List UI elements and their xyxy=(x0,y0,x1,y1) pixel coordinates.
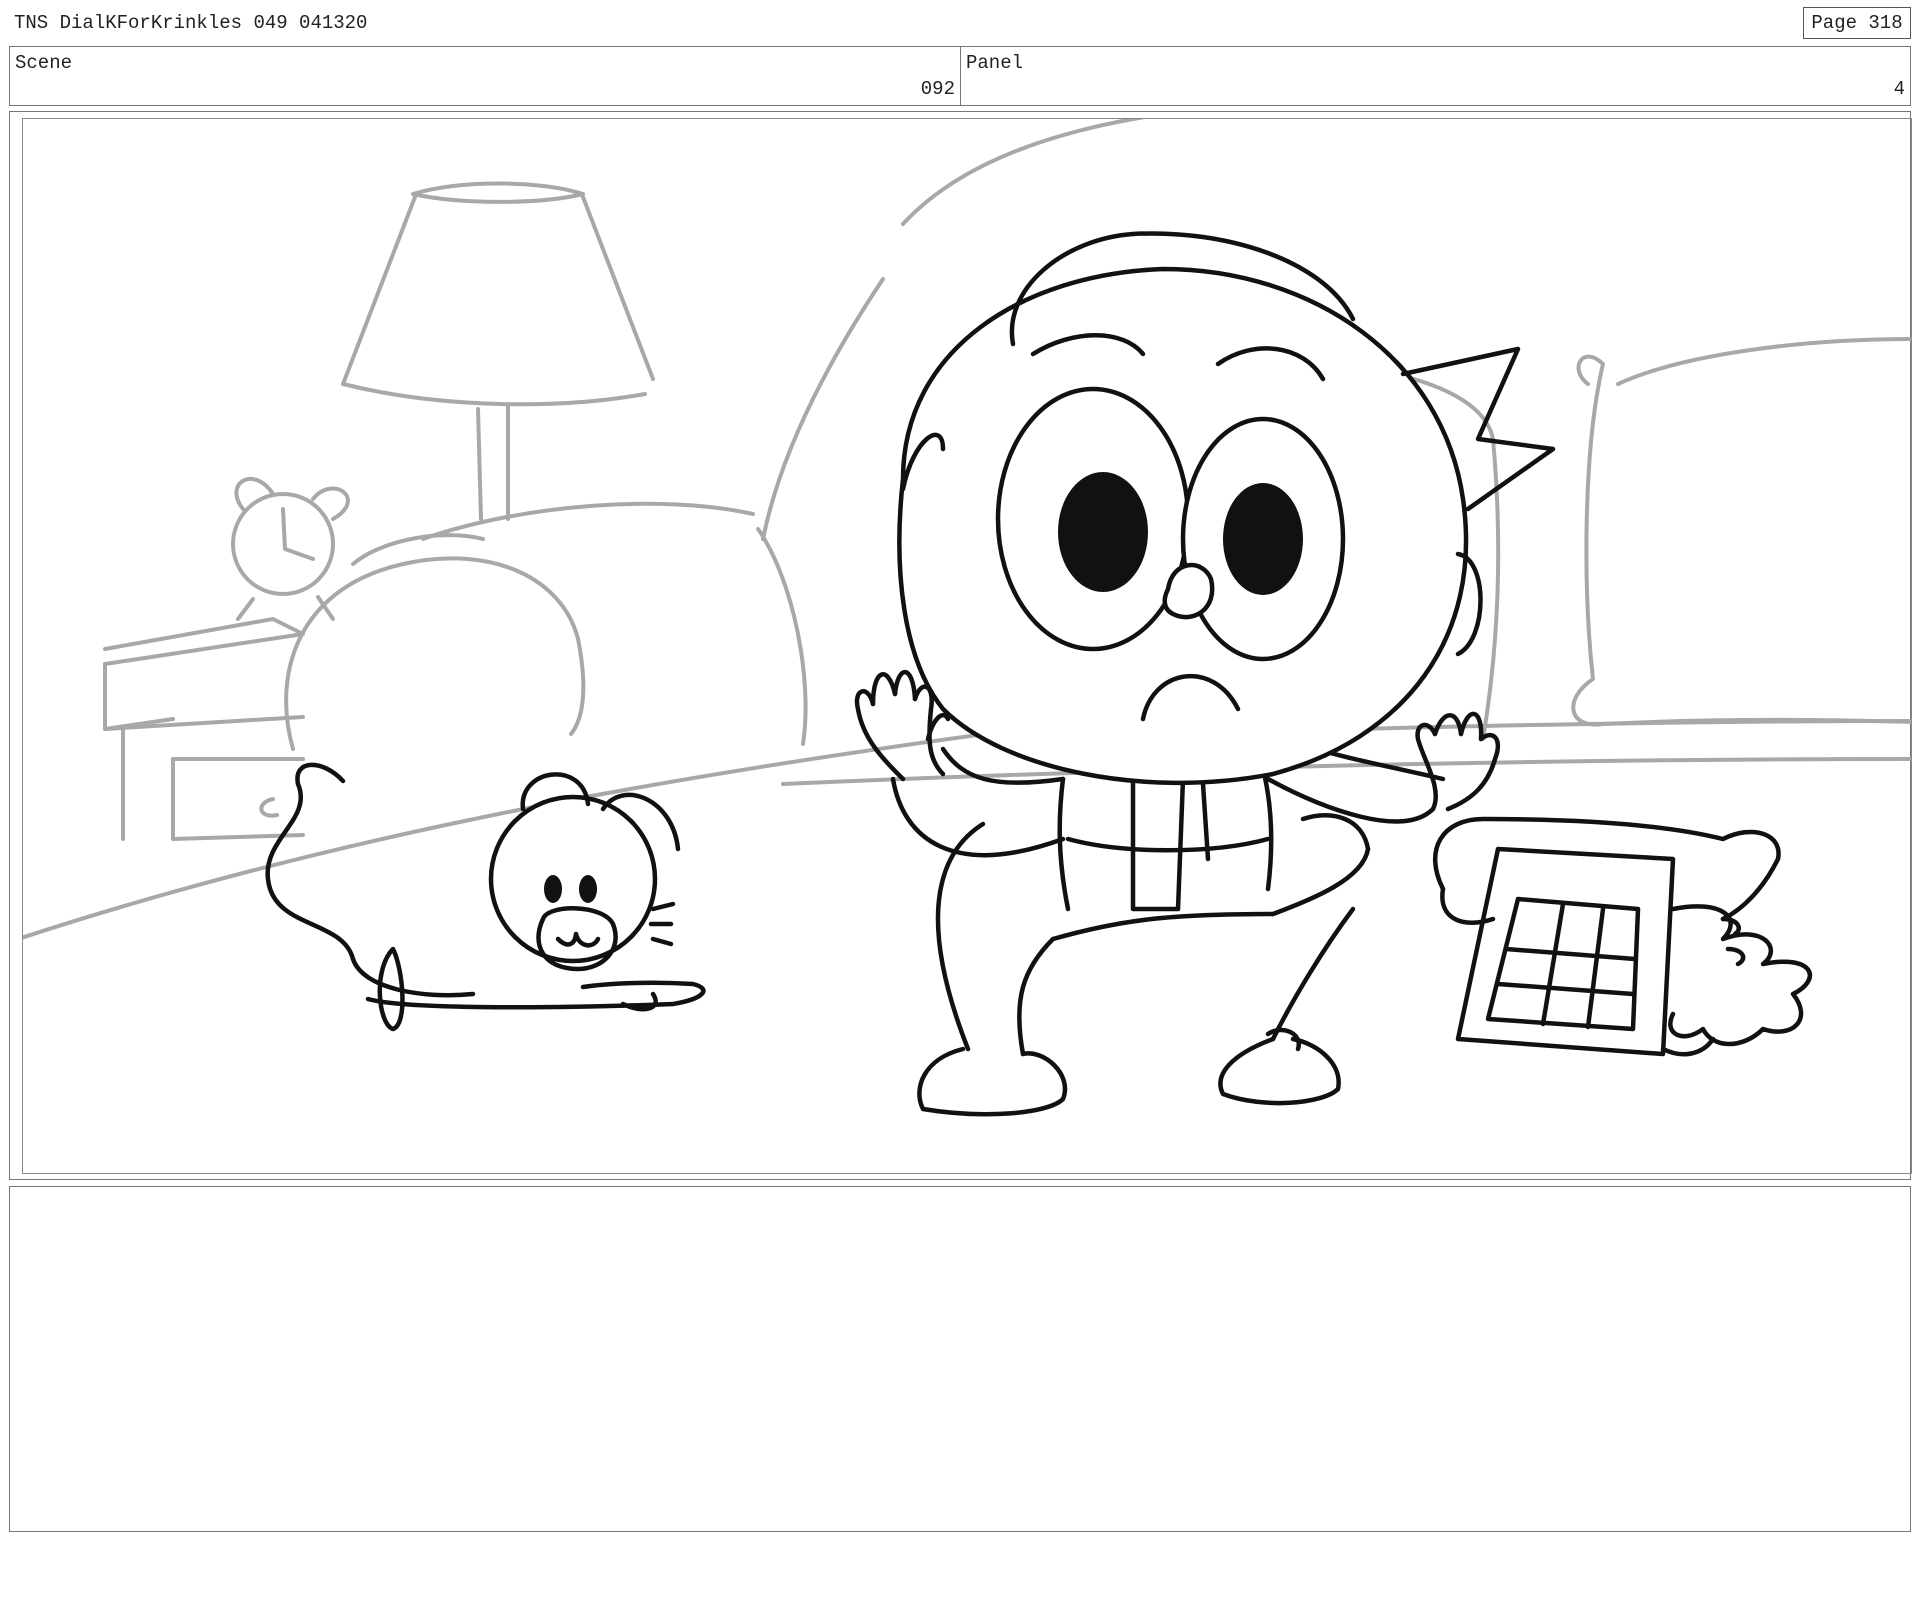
page-number: Page 318 xyxy=(1803,7,1911,39)
scene-cell: Scene 092 xyxy=(10,47,961,105)
scene-number: 092 xyxy=(920,78,955,100)
storyboard-frame xyxy=(22,118,1912,1174)
storyboard-drawing xyxy=(23,119,1911,1117)
child-character-icon xyxy=(854,231,1556,1117)
panel-number: 4 xyxy=(1893,78,1905,100)
lamp-icon xyxy=(341,181,755,541)
panel-notes-area[interactable] xyxy=(9,1186,1911,1532)
document-title: TNS DialKForKrinkles 049 041320 xyxy=(14,12,368,34)
telephone-icon xyxy=(1432,816,1813,1057)
pillow-icon xyxy=(1571,337,1911,727)
scene-label: Scene xyxy=(15,52,73,74)
panel-cell: Panel 4 xyxy=(961,47,1910,105)
nightstand-icon xyxy=(103,617,305,841)
scene-panel-header: Scene 092 Panel 4 xyxy=(9,46,1911,106)
mouse-toy-icon xyxy=(265,762,706,1032)
panel-label: Panel xyxy=(966,52,1024,74)
